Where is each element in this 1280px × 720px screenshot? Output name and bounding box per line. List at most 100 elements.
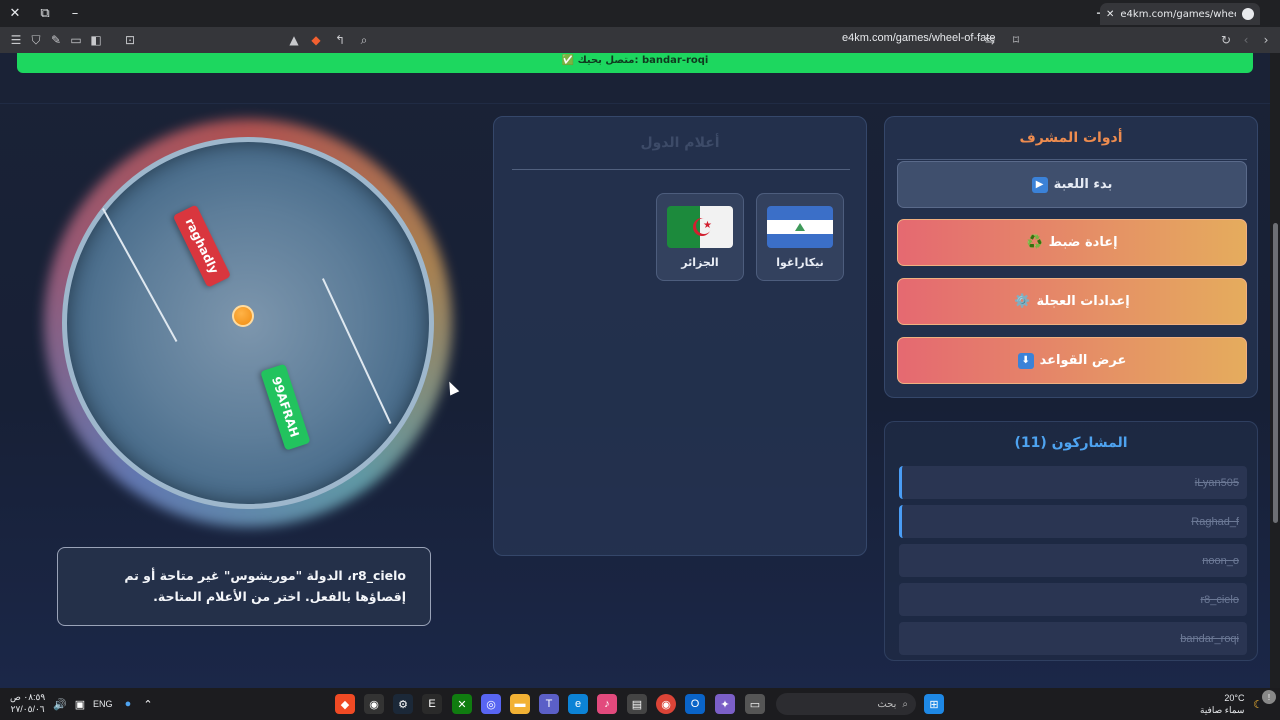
search-placeholder: بحث — [877, 698, 897, 710]
chrome-app-icon[interactable]: ◉ — [656, 694, 676, 714]
game-page: ✅ متصل بحيك: bandar-roqi raghadly 99AFRA… — [0, 53, 1270, 688]
show-rules-button[interactable]: عرض القواعد ⬇ — [897, 337, 1247, 384]
edge-app-icon[interactable]: e — [568, 694, 588, 714]
wheel-settings-button[interactable]: إعدادات العجلة ⚙️ — [897, 278, 1247, 325]
browser-tab[interactable]: ✕ e4km.com/games/wheel-of-fate — [1100, 3, 1260, 25]
taskbar-search[interactable]: بحث ⌕ — [776, 693, 916, 715]
country-unavailable-notice: r8_cielo، الدولة "موريشوس" غير متاحة أو … — [57, 547, 431, 626]
address-bar-url[interactable]: e4km.com/games/wheel-of-fate — [842, 32, 995, 44]
browser-toolbar: ☰ ⛉ ✎ ▭ ◧ ⊡ ▲ ◆ ↰ ⌕ e4km.com/games/wheel… — [0, 27, 1280, 53]
store-app-icon[interactable]: ▤ — [627, 694, 647, 714]
nicaragua-flag-icon — [767, 206, 833, 248]
zoom-icon[interactable]: ⌕ — [354, 30, 374, 50]
list-item[interactable]: bandar_roqi — [899, 622, 1247, 655]
connection-banner: ✅ متصل بحيك: bandar-roqi — [17, 53, 1253, 73]
os-taskbar: ٠٨:٥٩ ص ٢٧/٠٥/٠٦ 🔊 ▣ ENG ● ⌃ ◆ ◉ ⚙ E ✕ ◎… — [0, 688, 1280, 720]
forward-icon[interactable]: › — [1256, 30, 1276, 50]
windows-start-icon[interactable]: ⊞ — [924, 694, 944, 714]
admin-tools-panel: أدوات المشرف بدء اللعبة ▶ إعادة ضبط ♻️ إ… — [884, 116, 1258, 398]
list-item[interactable]: iLyan505 — [899, 466, 1247, 499]
wheel-center-pin[interactable] — [232, 305, 254, 327]
share-icon[interactable]: ↰ — [330, 30, 350, 50]
extensions-icon[interactable]: ✎ — [46, 30, 66, 50]
tabs-icon[interactable]: ▭ — [66, 30, 86, 50]
shield-icon[interactable]: ⛉ — [26, 30, 46, 50]
algeria-flag-icon: ★ — [667, 206, 733, 248]
start-game-label: بدء اللعبة — [1053, 177, 1113, 192]
clock[interactable]: ٠٨:٥٩ ص ٢٧/٠٥/٠٦ — [10, 691, 45, 715]
page-scrollbar[interactable] — [1270, 53, 1280, 688]
brave-shield-icon[interactable]: ◆ — [306, 30, 326, 50]
list-item[interactable]: noon_o — [899, 544, 1247, 577]
down-arrow-icon: ⬇ — [1017, 352, 1034, 369]
site-settings-icon[interactable]: ⇆ — [980, 30, 1000, 50]
clock-time: ٠٨:٥٩ ص — [10, 692, 46, 702]
browser-titlebar: ✕ ⧉ – + ✕ e4km.com/games/wheel-of-fate — [0, 0, 1280, 27]
recycle-icon: ♻️ — [1026, 235, 1043, 250]
tab-favicon-icon — [1242, 8, 1254, 20]
list-item[interactable]: r8_cielo — [899, 583, 1247, 616]
screenshot-icon[interactable]: ⊡ — [120, 30, 140, 50]
participant-name: Raghad_f — [1191, 515, 1239, 528]
clock-date: ٢٧/٠٥/٠٦ — [10, 704, 45, 714]
flag-name: الجزائر — [681, 256, 719, 269]
weather-desc: سماء صافية — [1200, 705, 1245, 715]
gear-icon: ⚙️ — [1014, 294, 1031, 309]
participants-title: المشاركون (11) — [1014, 435, 1128, 451]
weather-widget[interactable]: 20°C سماء صافية — [1200, 692, 1244, 716]
fate-wheel[interactable]: raghadly 99AFRAH — [44, 119, 452, 527]
close-window-icon[interactable]: ✕ — [0, 0, 30, 27]
teams-app-icon[interactable]: T — [539, 694, 559, 714]
scrollbar-thumb[interactable] — [1273, 223, 1278, 523]
restore-window-icon[interactable]: ⧉ — [30, 0, 60, 27]
flags-panel-title: أعلام الدول — [640, 135, 720, 151]
tab-title: e4km.com/games/wheel-of-fate — [1120, 8, 1236, 20]
outlook-app-icon[interactable]: O — [685, 694, 705, 714]
list-item[interactable]: Raghad_f — [899, 505, 1247, 538]
sidebar-icon[interactable]: ◧ — [86, 30, 106, 50]
start-game-button[interactable]: بدء اللعبة ▶ — [897, 161, 1247, 208]
xbox-app-icon[interactable]: ✕ — [452, 694, 472, 714]
volume-icon[interactable]: 🔊 — [50, 694, 70, 714]
back-icon[interactable]: ‹ — [1236, 30, 1256, 50]
file-explorer-icon[interactable]: ▬ — [510, 694, 530, 714]
participant-name: iLyan505 — [1194, 476, 1239, 489]
network-icon[interactable]: ▣ — [70, 694, 90, 714]
flag-card-algeria[interactable]: ★ الجزائر — [656, 193, 744, 281]
participants-list[interactable]: iLyan505 Raghad_f noon_o r8_cielo bandar… — [899, 466, 1247, 660]
participant-name: r8_cielo — [1200, 593, 1239, 606]
copilot-app-icon[interactable]: ✦ — [715, 694, 735, 714]
show-rules-label: عرض القواعد — [1039, 353, 1127, 368]
search-icon: ⌕ — [902, 698, 908, 710]
participant-name: noon_o — [1202, 554, 1239, 567]
reload-icon[interactable]: ↻ — [1216, 30, 1236, 50]
reset-button[interactable]: إعادة ضبط ♻️ — [897, 219, 1247, 266]
discord-app-icon[interactable]: ◎ — [481, 694, 501, 714]
flag-card-nicaragua[interactable]: نيكاراغوا — [756, 193, 844, 281]
admin-panel-title: أدوات المشرف — [1019, 130, 1123, 146]
notification-icon[interactable]: ! — [1262, 690, 1276, 704]
mouse-cursor — [444, 379, 460, 396]
weather-temp: 20°C — [1224, 693, 1245, 703]
participant-name: bandar_roqi — [1180, 632, 1239, 645]
header-divider — [0, 103, 1270, 104]
tab-close-icon[interactable]: ✕ — [1106, 9, 1114, 20]
obs-app-icon[interactable]: ◉ — [364, 694, 384, 714]
flag-name: نيكاراغوا — [776, 256, 824, 269]
chevron-up-icon[interactable]: ⌃ — [138, 694, 158, 714]
terminal-app-icon[interactable]: ▭ — [745, 694, 765, 714]
music-app-icon[interactable]: ♪ — [597, 694, 617, 714]
admin-divider — [897, 159, 1247, 160]
wheel-settings-label: إعدادات العجلة — [1036, 294, 1130, 309]
play-icon: ▶ — [1031, 176, 1048, 193]
bookmark-icon[interactable]: ⌑ — [1006, 30, 1026, 50]
menu-icon[interactable]: ☰ — [6, 30, 26, 50]
epic-games-app-icon[interactable]: E — [422, 694, 442, 714]
microphone-icon[interactable]: ● — [118, 694, 138, 714]
brave-app-icon[interactable]: ◆ — [335, 694, 355, 714]
minimize-window-icon[interactable]: – — [60, 0, 90, 27]
language-indicator[interactable]: ENG — [93, 699, 113, 709]
steam-app-icon[interactable]: ⚙ — [393, 694, 413, 714]
brave-rewards-icon[interactable]: ▲ — [284, 30, 304, 50]
flags-divider — [512, 169, 850, 170]
